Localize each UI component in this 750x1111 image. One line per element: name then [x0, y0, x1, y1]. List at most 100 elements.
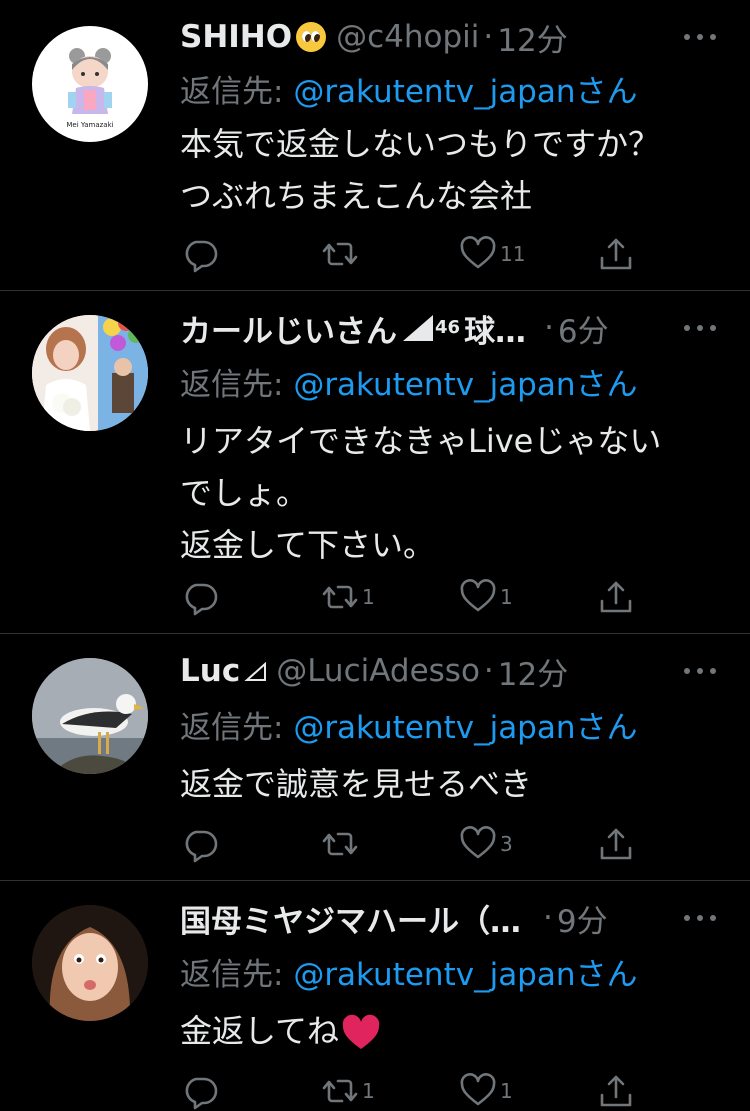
display-name-suffix: 球…	[464, 313, 527, 350]
reply-icon	[180, 824, 220, 864]
retweet-count: 1	[362, 585, 375, 609]
avatar-caption: Mei Yamazaki	[66, 121, 113, 129]
tweet-3[interactable]: Luc @LuciAdesso · 12分 返信先: @rakutentv_ja…	[0, 634, 750, 880]
user-handle[interactable]: @c4hopii	[336, 19, 479, 55]
name-triangle-icon	[244, 661, 267, 681]
more-icon[interactable]	[684, 22, 716, 52]
text-line: 返金で誠意を見せるべき	[180, 765, 533, 803]
reply-to-label: 返信先:	[180, 957, 294, 993]
like-icon	[458, 824, 498, 864]
timestamp[interactable]: 12分	[497, 15, 567, 60]
reply-to-label: 返信先:	[180, 367, 294, 403]
tweet-actions: 1 1	[180, 1071, 640, 1111]
share-icon	[596, 234, 636, 274]
red-heart-icon	[342, 1014, 380, 1049]
reply-to-line: 返信先: @rakutentv_japanさん	[180, 949, 638, 994]
tweet-text: 本気で返金しないつもりですか？ つぶれちまえこんな会社	[180, 118, 725, 222]
display-name[interactable]: SHIHO	[180, 19, 292, 55]
text-line: 返金して下さい。	[180, 526, 436, 564]
tweet-text: リアタイできなきゃLiveじゃない でしょ。 返金して下さい。	[180, 415, 725, 571]
timestamp[interactable]: 6分	[558, 306, 609, 351]
text-line: でしょ。	[180, 474, 309, 512]
like-icon	[458, 1071, 498, 1111]
text-line: リアタイできなきゃLiveじゃない	[180, 422, 662, 460]
more-icon[interactable]	[684, 656, 716, 686]
separator-dot: ·	[543, 900, 553, 936]
avatar[interactable]	[32, 905, 148, 1021]
tweet-header: カールじいさん 46 球… · 6分	[180, 305, 680, 351]
display-name[interactable]: 国母ミヤジマハール（…	[180, 896, 521, 941]
avatar[interactable]	[32, 658, 148, 774]
text-line: 金返してね	[180, 1005, 725, 1057]
share-button[interactable]	[596, 234, 636, 274]
share-icon	[596, 1071, 636, 1111]
share-icon	[596, 824, 636, 864]
retweet-icon	[320, 1071, 360, 1111]
reply-to-line: 返信先: @rakutentv_japanさん	[180, 66, 638, 111]
share-icon	[596, 577, 636, 617]
tweet-actions: 11	[180, 234, 640, 274]
retweet-button[interactable]	[320, 234, 362, 274]
reply-mention-link[interactable]: @rakutentv_japanさん	[293, 957, 637, 993]
tweet-4[interactable]: 国母ミヤジマハール（… · 9分 返信先: @rakutentv_japanさん…	[0, 881, 750, 1086]
user-handle[interactable]: @LuciAdesso	[276, 653, 480, 689]
like-button[interactable]: 1	[458, 1071, 513, 1111]
tweet-header: SHIHO @c4hopii · 12分	[180, 14, 680, 60]
reply-button[interactable]	[180, 824, 222, 864]
retweet-button[interactable]: 1	[320, 1071, 375, 1111]
reply-to-line: 返信先: @rakutentv_japanさん	[180, 359, 638, 404]
separator-dot: ·	[544, 310, 554, 346]
more-icon[interactable]	[684, 313, 716, 343]
reply-button[interactable]	[180, 234, 222, 274]
tweet-text: 返金で誠意を見せるべき	[180, 758, 725, 810]
share-button[interactable]	[596, 1071, 636, 1111]
like-icon	[458, 234, 498, 274]
reply-mention-link[interactable]: @rakutentv_japanさん	[293, 710, 637, 746]
share-button[interactable]	[596, 824, 636, 864]
text-line-content: 金返してね	[180, 1012, 340, 1050]
display-name[interactable]: Luc	[180, 653, 240, 689]
like-icon	[458, 577, 498, 617]
reply-button[interactable]	[180, 1071, 222, 1111]
like-button[interactable]: 3	[458, 824, 513, 864]
retweet-icon	[320, 577, 360, 617]
retweet-button[interactable]	[320, 824, 362, 864]
tweet-text: 金返してね	[180, 1005, 725, 1057]
tweet-header: 国母ミヤジマハール（… · 9分	[180, 895, 680, 941]
reply-mention-link[interactable]: @rakutentv_japanさん	[293, 74, 637, 110]
reply-to-line: 返信先: @rakutentv_japanさん	[180, 702, 638, 747]
like-count: 1	[500, 585, 513, 609]
retweet-button[interactable]: 1	[320, 577, 375, 617]
retweet-count: 1	[362, 1079, 375, 1103]
retweet-icon	[320, 824, 360, 864]
tweet-2[interactable]: カールじいさん 46 球… · 6分 返信先: @rakutentv_japan…	[0, 291, 750, 633]
reply-to-label: 返信先:	[180, 74, 294, 110]
tweet-1[interactable]: Mei Yamazaki SHIHO @c4hopii · 12分 返信先: @…	[0, 0, 750, 290]
retweet-icon	[320, 234, 360, 274]
display-name[interactable]: カールじいさん	[180, 306, 397, 351]
reply-mention-link[interactable]: @rakutentv_japanさん	[293, 367, 637, 403]
tweet-actions: 3	[180, 824, 640, 864]
tweet-header: Luc @LuciAdesso · 12分	[180, 648, 680, 694]
pleading-face-icon	[296, 22, 327, 52]
like-count: 1	[500, 1079, 513, 1103]
avatar[interactable]: Mei Yamazaki	[32, 26, 148, 142]
reply-icon	[180, 577, 220, 617]
separator-dot: ·	[483, 19, 494, 55]
avatar[interactable]	[32, 315, 148, 431]
timestamp[interactable]: 9分	[557, 896, 608, 941]
like-count: 11	[500, 242, 526, 266]
timestamp[interactable]: 12分	[498, 649, 568, 694]
like-button[interactable]: 1	[458, 577, 513, 617]
more-icon[interactable]	[684, 903, 716, 933]
reply-icon	[180, 1071, 220, 1111]
like-count: 3	[500, 832, 513, 856]
reply-icon	[180, 234, 220, 274]
reply-to-label: 返信先:	[180, 710, 294, 746]
like-button[interactable]: 11	[458, 234, 525, 274]
verified-mark-icon	[403, 315, 433, 341]
reply-button[interactable]	[180, 577, 222, 617]
tweet-actions: 1 1	[180, 577, 640, 617]
share-button[interactable]	[596, 577, 636, 617]
text-line: 本気で返金しないつもりですか？	[180, 125, 661, 163]
